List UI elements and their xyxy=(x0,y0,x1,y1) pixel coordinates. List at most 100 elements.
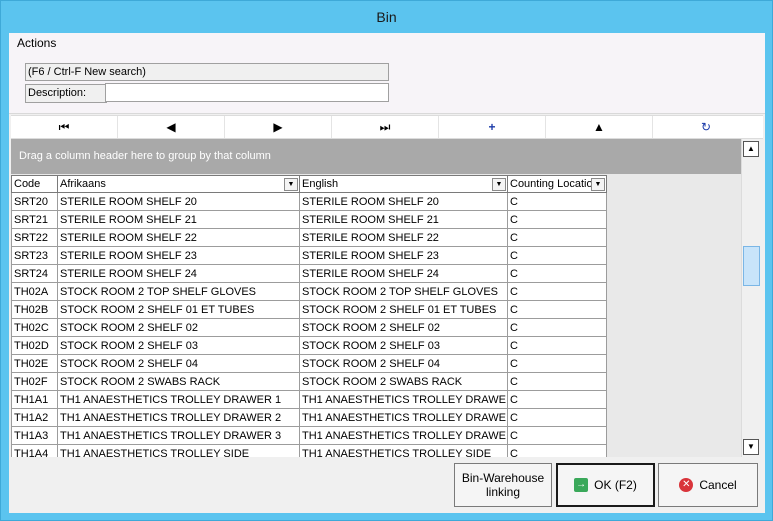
table-row[interactable]: TH1A1 TH1 ANAESTHETICS TROLLEY DRAWER 1 TH… xyxy=(11,390,607,409)
cell-code[interactable]: TH02E xyxy=(11,354,58,373)
cell-counting-location[interactable]: C xyxy=(507,300,607,319)
ok-button[interactable]: → OK (F2) xyxy=(556,463,655,507)
next-record-button[interactable]: ▶ xyxy=(225,116,332,138)
cell-english[interactable]: STOCK ROOM 2 SHELF 02 xyxy=(299,318,508,337)
scroll-up-icon[interactable]: ▲ xyxy=(743,141,759,157)
table-row[interactable]: TH1A3 TH1 ANAESTHETICS TROLLEY DRAWER 3 TH… xyxy=(11,426,607,445)
description-input[interactable] xyxy=(105,83,389,102)
cancel-button[interactable]: ✕ Cancel xyxy=(658,463,758,507)
cell-code[interactable]: TH02F xyxy=(11,372,58,391)
move-up-button[interactable]: ▲ xyxy=(546,116,653,138)
actions-label[interactable]: Actions xyxy=(17,36,56,50)
cell-english[interactable]: STOCK ROOM 2 SHELF 03 xyxy=(299,336,508,355)
filter-dropdown-icon[interactable]: ▼ xyxy=(492,178,506,191)
table-row[interactable]: SRT21 STERILE ROOM SHELF 21 STERILE ROOM S… xyxy=(11,210,607,229)
cell-counting-location[interactable]: C xyxy=(507,336,607,355)
scroll-down-icon[interactable]: ▼ xyxy=(743,439,759,455)
table-row[interactable]: SRT24 STERILE ROOM SHELF 24 STERILE ROOM S… xyxy=(11,264,607,283)
cell-code[interactable]: SRT20 xyxy=(11,192,58,211)
cell-counting-location[interactable]: C xyxy=(507,210,607,229)
vertical-scrollbar[interactable]: ▲ ▼ xyxy=(741,139,760,457)
cell-afrikaans[interactable]: STERILE ROOM SHELF 21 xyxy=(57,210,300,229)
table-row[interactable]: TH02F STOCK ROOM 2 SWABS RACK STOCK ROOM 2… xyxy=(11,372,607,391)
table-row[interactable]: SRT23 STERILE ROOM SHELF 23 STERILE ROOM S… xyxy=(11,246,607,265)
cell-english[interactable]: STERILE ROOM SHELF 21 xyxy=(299,210,508,229)
scroll-thumb[interactable] xyxy=(743,246,760,286)
cell-english[interactable]: STOCK ROOM 2 SWABS RACK xyxy=(299,372,508,391)
cell-afrikaans[interactable]: STERILE ROOM SHELF 20 xyxy=(57,192,300,211)
column-header-english[interactable]: English ▼ xyxy=(299,175,508,193)
cell-code[interactable]: TH1A3 xyxy=(11,426,58,445)
cell-afrikaans[interactable]: STOCK ROOM 2 SHELF 01 ET TUBES xyxy=(57,300,300,319)
first-record-button[interactable]: ⏮ xyxy=(11,116,118,138)
table-row[interactable]: TH02B STOCK ROOM 2 SHELF 01 ET TUBES STOCK… xyxy=(11,300,607,319)
last-record-button[interactable]: ⏭ xyxy=(332,116,439,138)
cell-counting-location[interactable]: C xyxy=(507,390,607,409)
cell-afrikaans[interactable]: TH1 ANAESTHETICS TROLLEY DRAWER 3 xyxy=(57,426,300,445)
add-record-button[interactable]: + xyxy=(439,116,546,138)
cell-code[interactable]: TH02A xyxy=(11,282,58,301)
cell-counting-location[interactable]: C xyxy=(507,228,607,247)
cell-code[interactable]: TH1A4 xyxy=(11,444,58,457)
cell-english[interactable]: STERILE ROOM SHELF 23 xyxy=(299,246,508,265)
cell-counting-location[interactable]: C xyxy=(507,318,607,337)
cell-afrikaans[interactable]: STOCK ROOM 2 SHELF 03 xyxy=(57,336,300,355)
cell-counting-location[interactable]: C xyxy=(507,264,607,283)
cell-code[interactable]: TH02D xyxy=(11,336,58,355)
table-row[interactable]: SRT20 STERILE ROOM SHELF 20 STERILE ROOM S… xyxy=(11,192,607,211)
cell-code[interactable]: SRT22 xyxy=(11,228,58,247)
cell-english[interactable]: TH1 ANAESTHETICS TROLLEY DRAWE xyxy=(299,408,508,427)
filter-dropdown-icon[interactable]: ▼ xyxy=(591,178,605,191)
group-by-panel[interactable]: Drag a column header here to group by th… xyxy=(11,139,741,174)
cell-english[interactable]: TH1 ANAESTHETICS TROLLEY SIDE xyxy=(299,444,508,457)
cell-english[interactable]: STERILE ROOM SHELF 24 xyxy=(299,264,508,283)
cell-counting-location[interactable]: C xyxy=(507,408,607,427)
cell-afrikaans[interactable]: STOCK ROOM 2 SWABS RACK xyxy=(57,372,300,391)
column-header-counting-location[interactable]: Counting Locatio ▼ xyxy=(507,175,607,193)
cell-code[interactable]: SRT24 xyxy=(11,264,58,283)
title-bar[interactable]: Bin xyxy=(1,1,772,33)
column-header-code[interactable]: Code xyxy=(11,175,58,193)
cell-english[interactable]: STERILE ROOM SHELF 22 xyxy=(299,228,508,247)
cell-counting-location[interactable]: C xyxy=(507,444,607,457)
table-row[interactable]: TH02A STOCK ROOM 2 TOP SHELF GLOVES STOCK … xyxy=(11,282,607,301)
cell-afrikaans[interactable]: STOCK ROOM 2 SHELF 04 xyxy=(57,354,300,373)
cell-afrikaans[interactable]: TH1 ANAESTHETICS TROLLEY DRAWER 1 xyxy=(57,390,300,409)
cell-afrikaans[interactable]: STERILE ROOM SHELF 22 xyxy=(57,228,300,247)
prev-record-button[interactable]: ◀ xyxy=(118,116,225,138)
table-row[interactable]: TH1A4 TH1 ANAESTHETICS TROLLEY SIDE TH1 AN… xyxy=(11,444,607,457)
table-row[interactable]: TH1A2 TH1 ANAESTHETICS TROLLEY DRAWER 2 TH… xyxy=(11,408,607,427)
cell-english[interactable]: STOCK ROOM 2 SHELF 01 ET TUBES xyxy=(299,300,508,319)
column-header-afrikaans[interactable]: Afrikaans ▼ xyxy=(57,175,300,193)
cell-afrikaans[interactable]: STERILE ROOM SHELF 24 xyxy=(57,264,300,283)
cell-counting-location[interactable]: C xyxy=(507,426,607,445)
filter-dropdown-icon[interactable]: ▼ xyxy=(284,178,298,191)
cell-afrikaans[interactable]: STOCK ROOM 2 SHELF 02 xyxy=(57,318,300,337)
cell-english[interactable]: TH1 ANAESTHETICS TROLLEY DRAWE xyxy=(299,390,508,409)
cell-counting-location[interactable]: C xyxy=(507,354,607,373)
cell-afrikaans[interactable]: TH1 ANAESTHETICS TROLLEY SIDE xyxy=(57,444,300,457)
cell-code[interactable]: TH02C xyxy=(11,318,58,337)
table-row[interactable]: TH02E STOCK ROOM 2 SHELF 04 STOCK ROOM 2 S… xyxy=(11,354,607,373)
cell-code[interactable]: TH1A2 xyxy=(11,408,58,427)
table-row[interactable]: TH02C STOCK ROOM 2 SHELF 02 STOCK ROOM 2 S… xyxy=(11,318,607,337)
cell-english[interactable]: STERILE ROOM SHELF 20 xyxy=(299,192,508,211)
cell-counting-location[interactable]: C xyxy=(507,282,607,301)
cell-english[interactable]: STOCK ROOM 2 SHELF 04 xyxy=(299,354,508,373)
cell-afrikaans[interactable]: STERILE ROOM SHELF 23 xyxy=(57,246,300,265)
cell-code[interactable]: TH1A1 xyxy=(11,390,58,409)
table-row[interactable]: TH02D STOCK ROOM 2 SHELF 03 STOCK ROOM 2 S… xyxy=(11,336,607,355)
cell-afrikaans[interactable]: TH1 ANAESTHETICS TROLLEY DRAWER 2 xyxy=(57,408,300,427)
cell-english[interactable]: STOCK ROOM 2 TOP SHELF GLOVES xyxy=(299,282,508,301)
cell-afrikaans[interactable]: STOCK ROOM 2 TOP SHELF GLOVES xyxy=(57,282,300,301)
table-row[interactable]: SRT22 STERILE ROOM SHELF 22 STERILE ROOM S… xyxy=(11,228,607,247)
bin-warehouse-linking-button[interactable]: Bin-Warehouse linking xyxy=(454,463,552,507)
cell-counting-location[interactable]: C xyxy=(507,372,607,391)
cell-code[interactable]: TH02B xyxy=(11,300,58,319)
cell-code[interactable]: SRT21 xyxy=(11,210,58,229)
cell-counting-location[interactable]: C xyxy=(507,192,607,211)
cell-code[interactable]: SRT23 xyxy=(11,246,58,265)
cell-counting-location[interactable]: C xyxy=(507,246,607,265)
refresh-button[interactable]: ↻ xyxy=(653,116,759,138)
cell-english[interactable]: TH1 ANAESTHETICS TROLLEY DRAWE xyxy=(299,426,508,445)
